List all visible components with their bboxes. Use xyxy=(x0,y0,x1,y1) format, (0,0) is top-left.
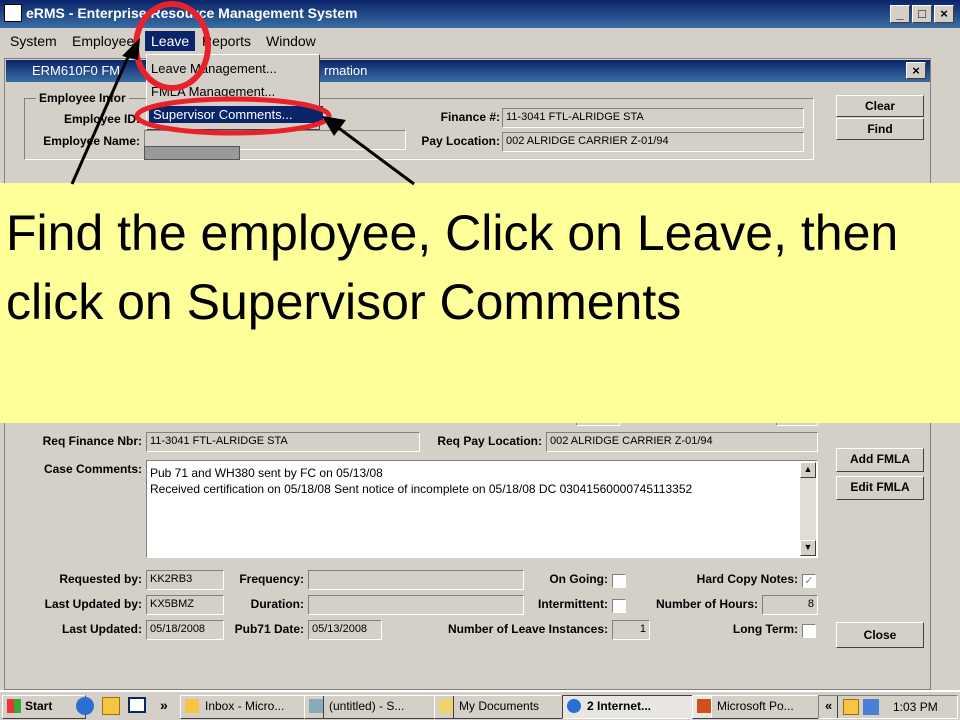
task-inbox-label: Inbox - Micro... xyxy=(205,699,285,713)
task-internet[interactable]: 2 Internet... xyxy=(562,695,712,719)
powerpoint-icon xyxy=(697,699,711,713)
start-button[interactable]: Start xyxy=(2,695,86,719)
arrow-head-icon xyxy=(322,116,346,136)
tray-chevron[interactable]: « xyxy=(825,698,832,713)
supervisor-comments-highlight-ring xyxy=(134,96,332,136)
tray-app-icon[interactable] xyxy=(843,699,859,715)
paint-icon xyxy=(309,699,323,713)
task-my-documents[interactable]: My Documents xyxy=(434,695,582,719)
outlook-icon[interactable] xyxy=(102,697,120,715)
leave-menu-highlight-ring xyxy=(133,1,211,91)
clock: 1:03 PM xyxy=(893,700,938,714)
task-powerpoint[interactable]: Microsoft Po... xyxy=(692,695,838,719)
taskbar: Start » Inbox - Micro... (untitled) - S.… xyxy=(0,690,960,720)
internet-explorer-icon xyxy=(567,699,581,713)
task-untitled[interactable]: (untitled) - S... xyxy=(304,695,454,719)
start-label: Start xyxy=(25,699,53,713)
arrow-to-supervisor-comments xyxy=(335,124,415,186)
task-internet-label: 2 Internet... xyxy=(587,699,652,713)
task-untitled-label: (untitled) - S... xyxy=(329,699,405,713)
internet-explorer-icon[interactable] xyxy=(76,697,94,715)
network-icon[interactable] xyxy=(863,699,879,715)
task-my-documents-label: My Documents xyxy=(459,699,540,713)
task-inbox[interactable]: Inbox - Micro... xyxy=(180,695,324,719)
system-tray: « 1:03 PM xyxy=(818,695,958,719)
desktop-icon[interactable] xyxy=(128,697,146,713)
arrow-to-leave-menu xyxy=(70,47,134,185)
folder-icon xyxy=(439,699,453,713)
arrow-head-icon xyxy=(122,38,140,60)
outlook-icon xyxy=(185,699,199,713)
task-powerpoint-label: Microsoft Po... xyxy=(717,699,794,713)
annotation-overlay xyxy=(70,1,415,186)
windows-logo-icon xyxy=(7,699,21,713)
quicklaunch-chevron[interactable]: » xyxy=(160,697,168,713)
